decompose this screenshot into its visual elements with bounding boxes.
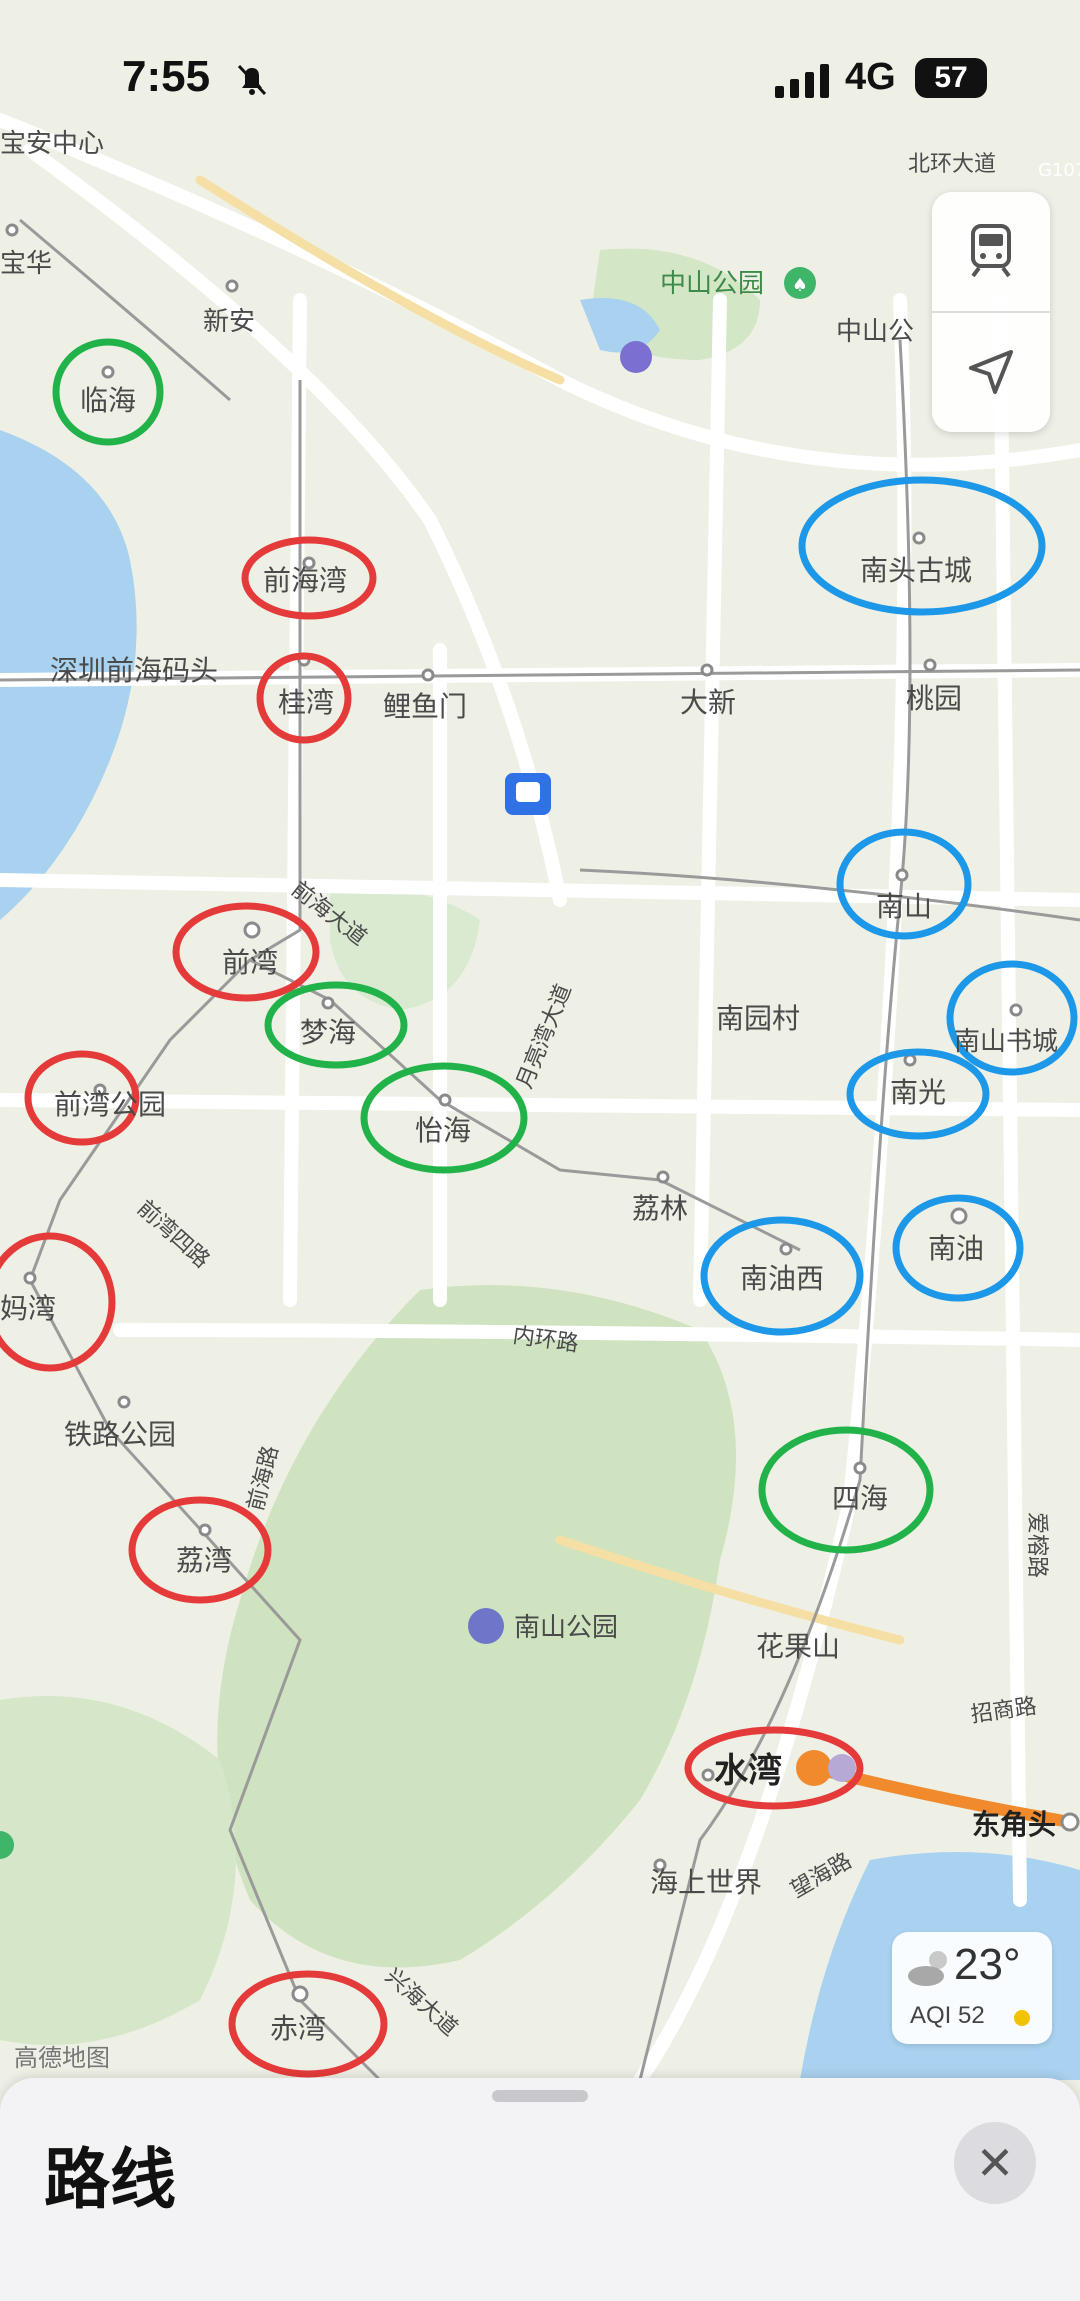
railway-station-icon-glyph — [516, 782, 540, 802]
map-label-sihai[interactable]: 四海 — [832, 1482, 888, 1515]
sheet-title: 路线 — [44, 2141, 176, 2218]
map-label-nanguang[interactable]: 南光 — [890, 1076, 946, 1109]
map-label-taoyuan[interactable]: 桃园 — [906, 682, 962, 715]
battery-icon: 57 — [915, 58, 987, 98]
locate-me-button[interactable] — [932, 313, 1050, 431]
map-label-dongjiaotou[interactable]: 东角头 — [972, 1808, 1056, 1841]
museum-icon — [468, 1608, 504, 1644]
network-type: 4G — [845, 56, 896, 98]
aqi-value: AQI 52 — [910, 2002, 985, 2029]
map-attribution: 高德地图 — [14, 2044, 110, 2072]
bell-muted-icon — [237, 64, 267, 96]
map-label-zhongshangong[interactable]: 中山公 — [836, 317, 914, 347]
park-icon-glyph: ♠ — [792, 275, 808, 296]
map-label-qianhaiwan[interactable]: 前海湾 — [263, 564, 347, 597]
map-label-liwan[interactable]: 荔湾 — [176, 1544, 232, 1577]
train-icon — [971, 224, 1011, 278]
map-label-nantou[interactable]: 南头古城 — [860, 554, 972, 587]
map-label-guiwan[interactable]: 桂湾 — [278, 686, 334, 719]
map-label-liyumen[interactable]: 鲤鱼门 — [383, 690, 467, 723]
weather-widget[interactable]: 23° AQI 52 — [892, 1932, 1052, 2044]
location-arrow-icon — [969, 350, 1013, 394]
map-label-nanyouxi[interactable]: 南油西 — [740, 1262, 824, 1295]
sheet-grabber[interactable] — [492, 2090, 588, 2102]
cellular-signal-icon — [775, 64, 829, 98]
map-label-zhongshan-park[interactable]: 中山公园 — [660, 269, 764, 299]
map-label-yihai[interactable]: 怡海 — [415, 1114, 471, 1147]
map-label-aiguo: 爱榕路 — [1024, 1512, 1049, 1578]
battery-level: 57 — [934, 61, 968, 94]
cloudy-night-icon — [908, 1951, 947, 1986]
close-button[interactable]: ✕ — [954, 2122, 1036, 2204]
map-label-lilin[interactable]: 荔林 — [632, 1192, 688, 1225]
map-label-menghai[interactable]: 梦海 — [300, 1016, 356, 1049]
map-controls — [932, 192, 1050, 432]
map-label-haishang[interactable]: 海上世界 — [650, 1866, 762, 1899]
map-label-shuiwan[interactable]: 水湾 — [714, 1751, 782, 1791]
status-bar: 7:55 4G 57 — [0, 0, 1080, 160]
map-label-baohua[interactable]: 宝华 — [0, 249, 52, 279]
map-label-nanyuan[interactable]: 南园村 — [716, 1002, 800, 1035]
poi-marker-icon — [620, 341, 652, 373]
map-label-xinan[interactable]: 新安 — [203, 307, 255, 337]
map-label-g107: G107 — [1038, 160, 1080, 181]
route-sheet[interactable]: 路线 ✕ — [0, 2078, 1080, 2301]
map-label-mawan[interactable]: 妈湾 — [0, 1292, 56, 1325]
map-label-nanshan-bookcity[interactable]: 南山书城 — [954, 1027, 1058, 1057]
map-label-nanyou[interactable]: 南油 — [928, 1232, 984, 1265]
map-label-qianwan-park[interactable]: 前湾公园 — [54, 1088, 166, 1121]
transit-mode-button[interactable] — [932, 192, 1050, 310]
map-label-daxin[interactable]: 大新 — [680, 686, 736, 719]
map-label-qianwan[interactable]: 前湾 — [222, 946, 278, 979]
temperature: 23° — [954, 1940, 1021, 1989]
aqi-status-dot — [1014, 2010, 1030, 2026]
map-label-nanshan[interactable]: 南山 — [876, 890, 932, 923]
close-icon: ✕ — [975, 2136, 1015, 2190]
map-label-nanshan-park[interactable]: 南山公园 — [514, 1613, 618, 1643]
map-label-huaguoshan[interactable]: 花果山 — [756, 1630, 840, 1663]
status-time: 7:55 — [122, 52, 211, 101]
map-label-tielu[interactable]: 铁路公园 — [64, 1418, 176, 1451]
map-label-pier[interactable]: 深圳前海码头 — [50, 654, 218, 687]
map-label-chiwan[interactable]: 赤湾 — [270, 2012, 326, 2045]
map-label-linhai[interactable]: 临海 — [80, 384, 136, 417]
